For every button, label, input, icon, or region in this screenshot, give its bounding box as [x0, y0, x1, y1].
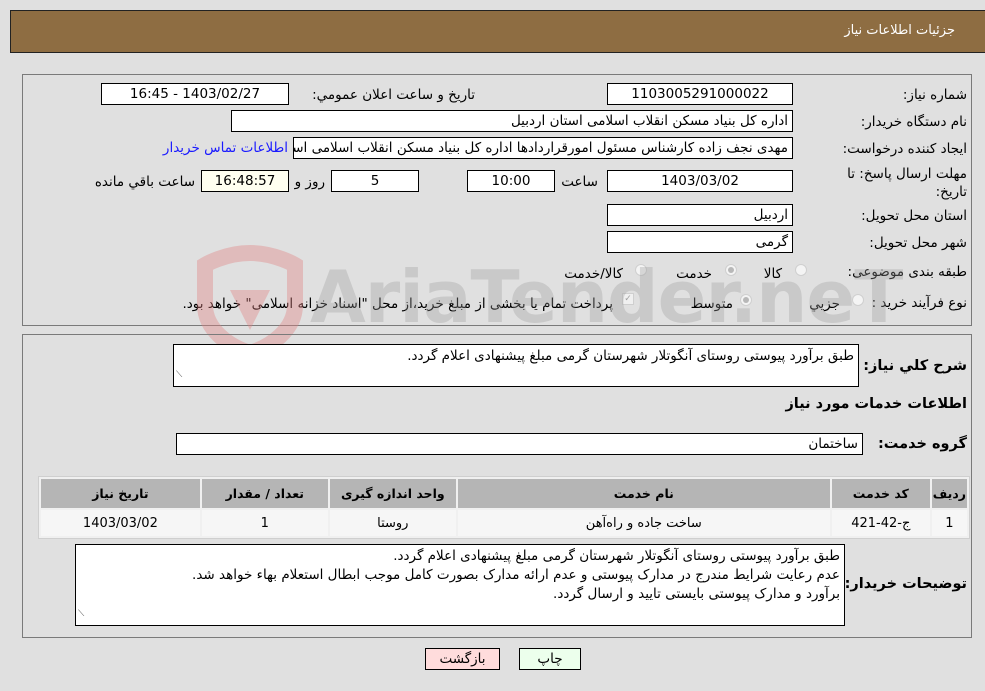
service-group-field[interactable]: ساختمان [176, 433, 863, 455]
category-radio-goods-service[interactable] [635, 264, 647, 276]
table-row: 1 ج-42-421 ساخت جاده و راه‌آهن روستا 1 1… [41, 510, 967, 536]
general-desc-textarea[interactable]: طبق برآورد پیوستی روستای آنگوتلار شهرستا… [173, 344, 859, 387]
buyer-notes-textarea[interactable]: طبق برآورد پیوستی روستای آنگوتلار شهرستا… [75, 544, 845, 626]
days-field[interactable]: 5 [331, 170, 419, 192]
category-option-service: خدمت [676, 266, 712, 282]
province-field[interactable]: اردبیل [607, 204, 793, 226]
services-section-title: اطلاعات خدمات مورد نیاز [785, 396, 967, 412]
print-button[interactable]: چاپ [519, 648, 581, 670]
announce-datetime-field[interactable]: 1403/02/27 - 16:45 [101, 83, 289, 105]
category-option-goods: کالا [763, 266, 782, 282]
requester-field[interactable]: مهدی نجف زاده کارشناس مسئول امورقرارداده… [293, 137, 793, 159]
treasury-checkbox-label: پرداخت تمام یا بخشی از مبلغ خرید،از محل … [182, 296, 613, 312]
resize-grip-icon[interactable]: ⟋ [176, 366, 182, 385]
category-radio-service[interactable] [725, 264, 737, 276]
cell-unit: روستا [329, 510, 456, 536]
need-number-label: شماره نیاز: [902, 87, 967, 103]
cell-need-date: 1403/03/02 [41, 510, 200, 536]
remaining-time-label: ساعت باقي مانده [94, 174, 195, 190]
buyer-org-field[interactable]: اداره کل بنیاد مسکن انقلاب اسلامی استان … [231, 110, 793, 132]
table-header-row: ردیف کد خدمت نام خدمت واحد اندازه گیری ت… [41, 479, 967, 508]
col-header-need-date: تاریخ نیاز [41, 479, 200, 508]
page-title: جزئیات اطلاعات نیاز [844, 23, 955, 38]
category-radio-goods[interactable] [795, 264, 807, 276]
general-desc-text: طبق برآورد پیوستی روستای آنگوتلار شهرستا… [407, 348, 854, 364]
resize-grip-icon[interactable]: ⟋ [78, 605, 84, 624]
buyer-notes-line: برآورد و مدارک پیوستی بایستی تایید و ارس… [553, 586, 840, 602]
city-label: شهر محل تحویل: [869, 235, 967, 251]
buyer-contact-link[interactable]: اطلاعات تماس خریدار [163, 140, 288, 156]
days-label: روز و [294, 174, 325, 190]
province-label: استان محل تحویل: [861, 208, 967, 224]
col-header-service-name: نام خدمت [457, 479, 830, 508]
cell-service-name: ساخت جاده و راه‌آهن [457, 510, 830, 536]
service-group-label: گروه خدمت: [877, 436, 967, 452]
deadline-time-field[interactable]: 10:00 [467, 170, 555, 192]
col-header-quantity: تعداد / مقدار [201, 479, 328, 508]
purchase-type-label: نوع فرآیند خرید : [871, 295, 967, 311]
cell-quantity: 1 [201, 510, 328, 536]
deadline-date-field[interactable]: 1403/03/02 [607, 170, 793, 192]
back-button[interactable]: بازگشت [425, 648, 500, 670]
cell-service-code: ج-42-421 [831, 510, 930, 536]
purchase-radio-medium[interactable] [740, 294, 752, 306]
page-header: جزئیات اطلاعات نیاز [10, 10, 985, 53]
purchase-option-medium: متوسط [690, 296, 733, 312]
city-field[interactable]: گرمی [607, 231, 793, 253]
announce-datetime-label: تاریخ و ساعت اعلان عمومي: [312, 87, 475, 103]
general-desc-label: شرح کلي نیاز: [863, 358, 967, 374]
purchase-radio-small[interactable] [852, 294, 864, 306]
category-option-goods-service: کالا/خدمت [564, 266, 623, 282]
col-header-unit: واحد اندازه گیری [329, 479, 456, 508]
requester-label: ایجاد کننده درخواست: [842, 141, 967, 157]
remaining-time-field: 16:48:57 [201, 170, 289, 192]
treasury-checkbox[interactable]: ✓ [622, 293, 634, 305]
buyer-org-label: نام دستگاه خریدار: [860, 114, 967, 130]
buyer-notes-line: عدم رعایت شرایط مندرج در مدارک پیوستی و … [192, 567, 840, 583]
category-label: طبقه بندی موضوعی: [847, 264, 967, 280]
col-header-service-code: کد خدمت [831, 479, 930, 508]
cell-row-number: 1 [931, 510, 967, 536]
deadline-label: مهلت ارسال پاسخ: تا تاریخ: [847, 166, 967, 200]
col-header-row-number: ردیف [931, 479, 967, 508]
need-number-field[interactable]: 1103005291000022 [607, 83, 793, 105]
services-table: ردیف کد خدمت نام خدمت واحد اندازه گیری ت… [38, 476, 970, 539]
buyer-notes-label: توضیحات خریدار: [844, 576, 967, 592]
buyer-notes-line: طبق برآورد پیوستی روستای آنگوتلار شهرستا… [393, 548, 840, 564]
deadline-time-label: ساعت [561, 174, 598, 190]
purchase-option-small: جزيي [809, 296, 840, 312]
